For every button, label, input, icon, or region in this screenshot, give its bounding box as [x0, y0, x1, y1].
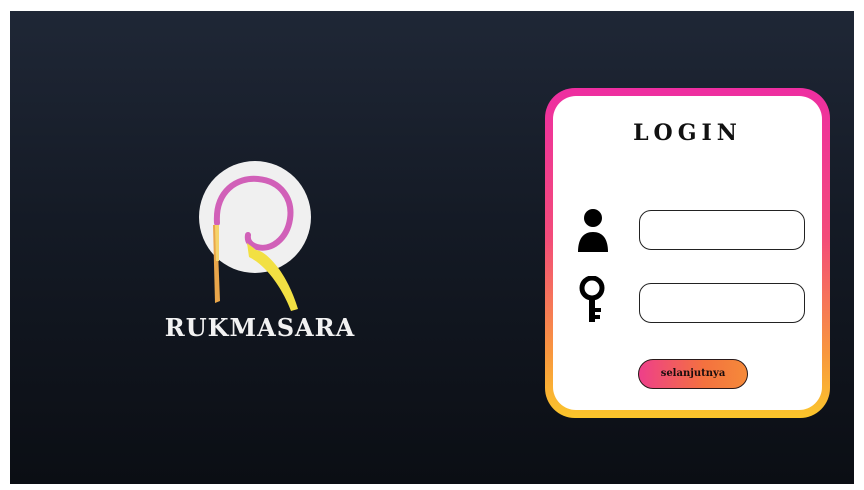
- brand-name: RUKMASARA: [164, 313, 356, 342]
- brand-logo: RUKMASARA: [105, 161, 415, 351]
- r-letter-logo-icon: [199, 161, 311, 311]
- app-screen: RUKMASARA LOGIN selanjutnya: [10, 11, 854, 484]
- login-card-body: LOGIN selanjutnya: [553, 96, 822, 410]
- next-button[interactable]: selanjutnya: [638, 359, 748, 389]
- login-card: LOGIN selanjutnya: [545, 88, 830, 418]
- password-input[interactable]: [639, 283, 805, 323]
- login-title: LOGIN: [633, 120, 742, 146]
- username-input[interactable]: [639, 210, 805, 250]
- key-icon: [579, 276, 605, 322]
- user-icon: [578, 209, 608, 252]
